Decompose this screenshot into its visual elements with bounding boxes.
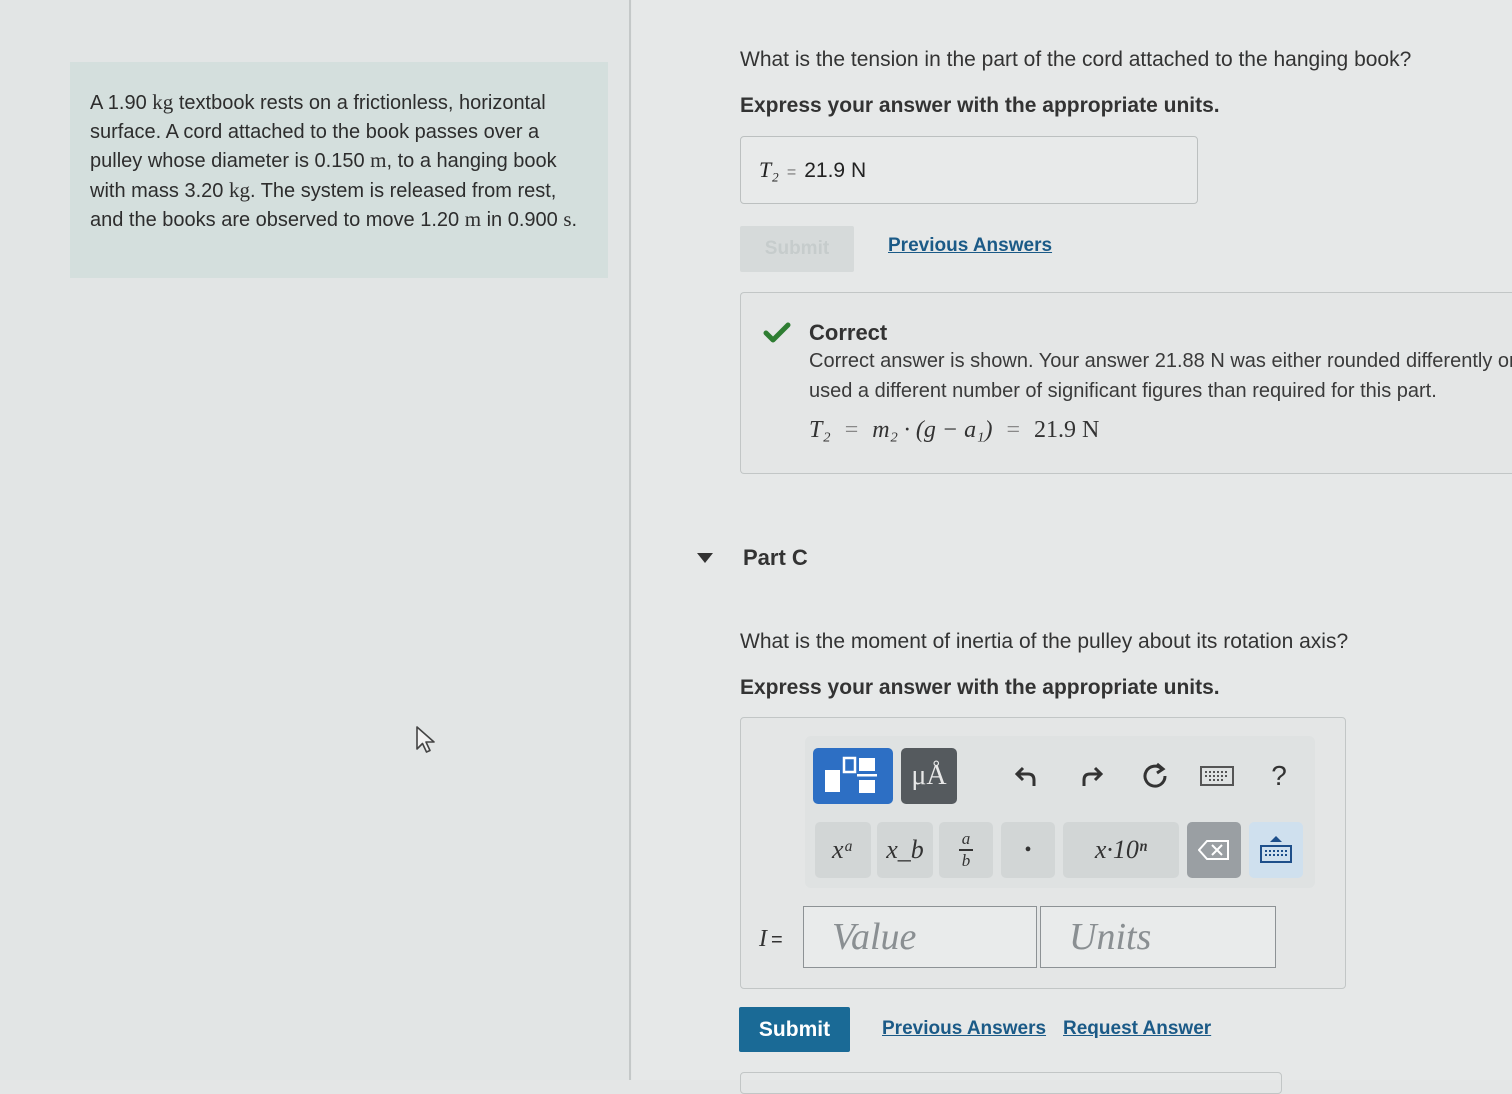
keyboard-button[interactable]	[1195, 754, 1239, 798]
value-input[interactable]	[803, 906, 1037, 968]
collapse-triangle-icon[interactable]	[697, 553, 713, 563]
undo-button[interactable]	[1005, 754, 1049, 798]
request-answer-link[interactable]: Request Answer	[1063, 1018, 1211, 1040]
feedback-equation: T₂ = m₂ · (g − a₁) = 21.9 N	[809, 417, 1099, 444]
problem-text-1: A 1.90	[90, 92, 153, 114]
feedback-message: Correct answer is shown. Your answer 21.…	[809, 350, 1512, 402]
mouse-cursor-icon	[416, 726, 435, 753]
backspace-icon	[1198, 840, 1229, 860]
redo-button[interactable]	[1069, 754, 1113, 798]
unit-s: s	[563, 207, 572, 231]
answer-value: 21.9 N	[804, 159, 867, 182]
part-c-previous-answers-link[interactable]: Previous Answers	[882, 1018, 1046, 1040]
part-c-question: What is the moment of inertia of the pul…	[740, 630, 1349, 653]
part-b-question: What is the tension in the part of the c…	[740, 48, 1412, 71]
fraction-numerator: a	[961, 829, 971, 849]
equation-rhs: 21.9 N	[1034, 417, 1100, 443]
equation-equals: =	[1006, 417, 1020, 443]
keyboard-toggle-icon	[1260, 836, 1292, 863]
units-input[interactable]	[1040, 906, 1276, 968]
input-equals: =	[771, 929, 783, 951]
correct-feedback-box: Correct Correct answer is shown. Your an…	[740, 292, 1512, 474]
part-b-instruction: Express your answer with the appropriate…	[740, 94, 1220, 117]
pane-divider	[629, 0, 631, 1080]
undo-icon	[1014, 766, 1036, 786]
templates-button[interactable]	[813, 748, 893, 804]
checkmark-icon	[763, 322, 791, 343]
answer-variable: T₂	[759, 157, 779, 182]
math-toolbar: μÅ ? xᵃ x_b a b • x·10ⁿ	[805, 736, 1315, 888]
reset-icon	[1143, 762, 1167, 788]
feedback-title: Correct	[809, 320, 888, 345]
help-button[interactable]: ?	[1257, 754, 1301, 798]
subscript-key[interactable]: x_b	[877, 822, 933, 878]
part-c-submit-button[interactable]: Submit	[739, 1007, 850, 1052]
equation-middle: m₂ · (g − a₁)	[872, 417, 993, 443]
units-button[interactable]: μÅ	[901, 748, 957, 804]
superscript-key[interactable]: xᵃ	[815, 822, 871, 878]
problem-statement: A 1.90 kg textbook rests on a frictionle…	[90, 88, 590, 235]
unit-kg: kg	[152, 90, 174, 114]
templates-icon	[825, 756, 877, 793]
redo-icon	[1082, 766, 1104, 786]
part-c-instruction: Express your answer with the appropriate…	[740, 676, 1220, 699]
equation-lhs: T₂	[809, 417, 831, 443]
part-c-label[interactable]: Part C	[743, 545, 808, 571]
unit-m: m	[464, 207, 482, 231]
keyboard-icon	[1200, 766, 1234, 786]
unit-kg: kg	[228, 177, 250, 202]
dot-key[interactable]: •	[1001, 822, 1055, 878]
input-variable-label: I =	[759, 926, 783, 953]
input-variable: I	[759, 926, 767, 952]
part-b-answer-field[interactable]: T₂ = 21.9 N	[740, 136, 1198, 204]
answer-input-panel: μÅ ? xᵃ x_b a b • x·10ⁿ I =	[740, 717, 1346, 989]
scientific-notation-key[interactable]: x·10ⁿ	[1063, 822, 1179, 878]
part-b-previous-answers-link[interactable]: Previous Answers	[888, 235, 1052, 257]
problem-statement-box: A 1.90 kg textbook rests on a frictionle…	[70, 62, 608, 278]
reset-button[interactable]	[1133, 754, 1177, 798]
next-section-box	[740, 1072, 1282, 1094]
backspace-key[interactable]	[1187, 822, 1241, 878]
equation-equals: =	[844, 417, 859, 443]
unit-m: m	[370, 148, 387, 172]
problem-text-5: in 0.900	[481, 209, 564, 231]
part-b-submit-button[interactable]: Submit	[740, 226, 854, 272]
fraction-key[interactable]: a b	[939, 822, 993, 878]
fraction-denominator: b	[961, 850, 971, 870]
keyboard-toggle-key[interactable]	[1249, 822, 1303, 878]
problem-text-6: .	[571, 209, 578, 231]
answer-equals: =	[786, 164, 797, 181]
